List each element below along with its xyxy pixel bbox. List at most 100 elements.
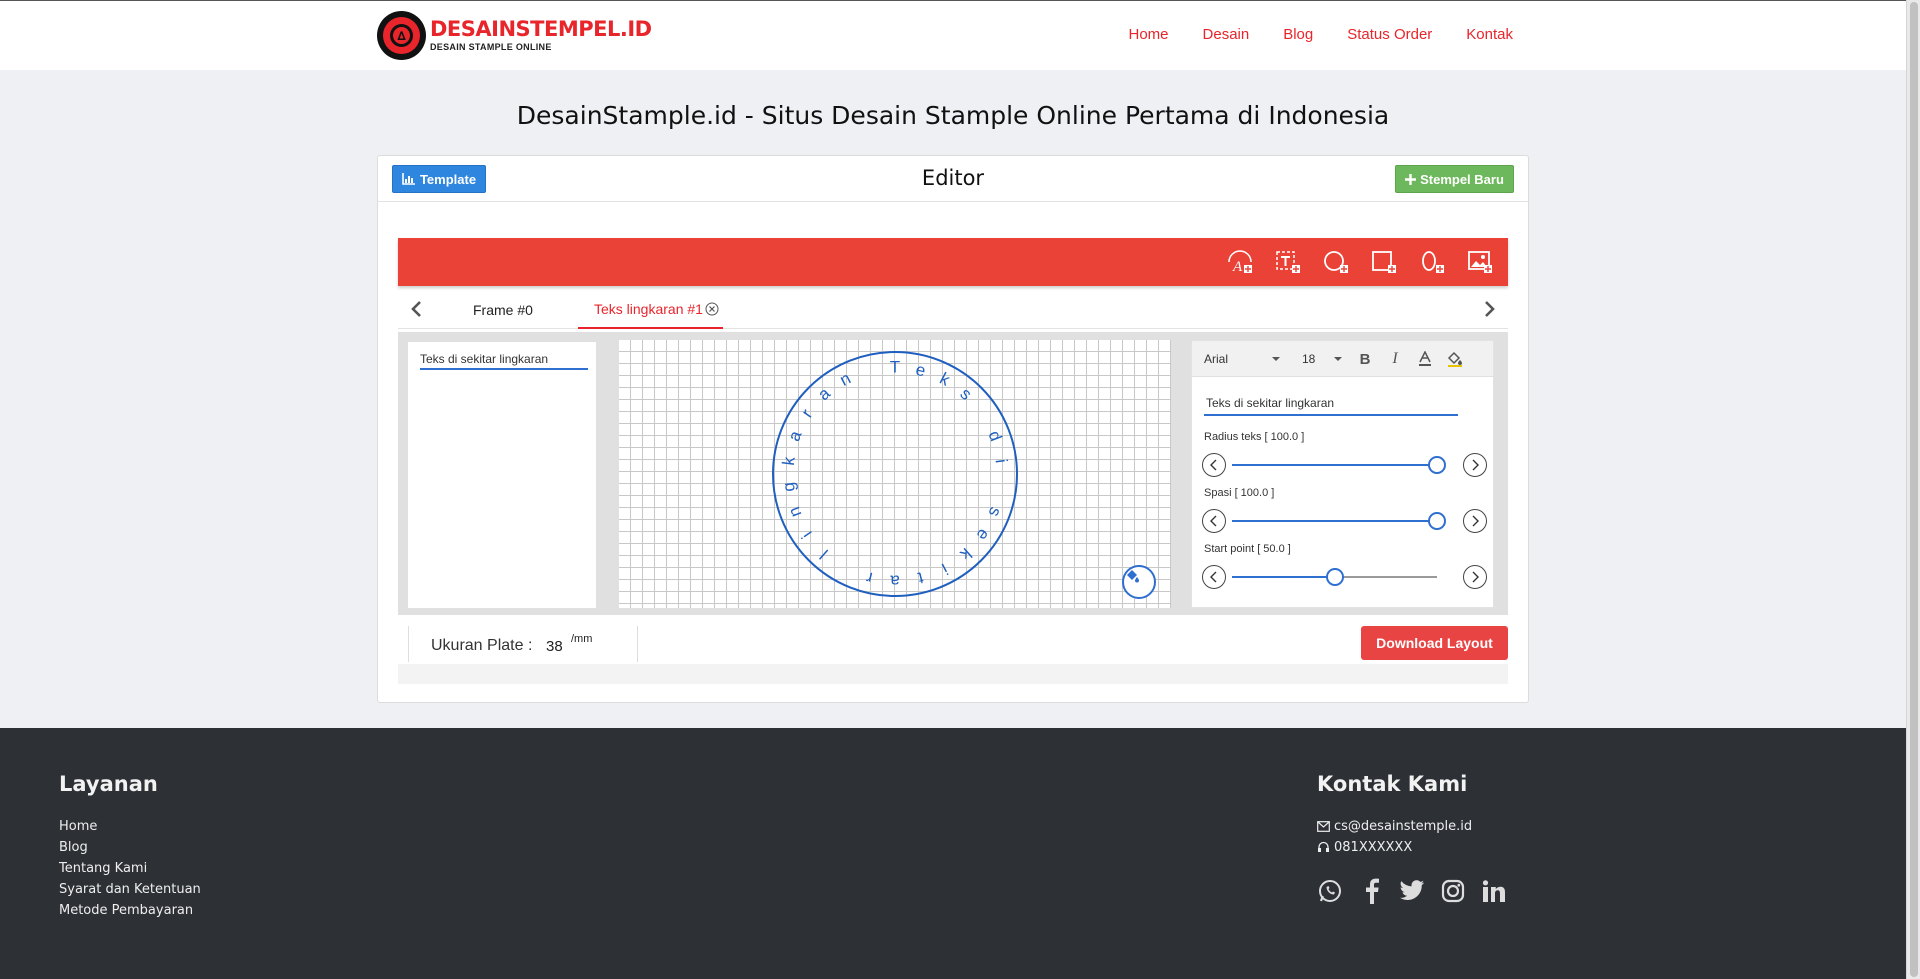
italic-icon[interactable]: I (1385, 349, 1405, 369)
site-logo[interactable]: ∆ DESAINSTEMPEL.ID DESAIN STAMPLE ONLINE (377, 11, 652, 60)
properties-panel: Arial 18 B I Teks di sekitar lingkaran R… (1191, 340, 1494, 608)
stamp-letter: i (992, 458, 1011, 464)
font-size-select[interactable]: 18 (1302, 352, 1342, 366)
stamp-letter: a (814, 383, 834, 404)
bold-icon[interactable]: B (1355, 349, 1375, 369)
page-title: DesainStample.id - Situs Desain Stample … (516, 101, 1390, 130)
close-tab-icon[interactable] (705, 302, 719, 316)
editor-toolbar: A (398, 238, 1508, 286)
stamp-letter: r (864, 568, 874, 588)
chevron-right-icon[interactable] (1463, 453, 1487, 477)
nav-status-order[interactable]: Status Order (1347, 26, 1432, 43)
chevron-left-icon[interactable] (1202, 565, 1226, 589)
footer-email-text: cs@desainstemple.id (1334, 819, 1473, 834)
paint-bucket-icon (1127, 570, 1139, 583)
tab-teks-lingkaran-1[interactable]: Teks lingkaran #1 (578, 290, 723, 329)
tab-frame-0[interactable]: Frame #0 (473, 290, 533, 329)
status-strip (398, 664, 1508, 684)
facebook-icon[interactable] (1358, 878, 1384, 904)
radius-label: Radius teks [ 100.0 ] (1204, 431, 1305, 443)
chevron-right-icon[interactable] (1463, 565, 1487, 589)
chevron-down-icon (1272, 357, 1280, 361)
stamp-letter: k (956, 544, 975, 564)
footer-contact-heading: Kontak Kami (1317, 772, 1468, 796)
stamp-letter: e (914, 360, 928, 381)
chevron-left-icon[interactable] (1202, 509, 1226, 533)
font-family-value: Arial (1204, 352, 1229, 366)
nav-kontak[interactable]: Kontak (1466, 26, 1513, 43)
stamp-letter: k (937, 369, 954, 390)
radius-slider[interactable] (1232, 456, 1446, 474)
new-stamp-button[interactable]: Stempel Baru (1395, 165, 1514, 193)
tab-frame-0-label: Frame #0 (473, 301, 533, 318)
text-color-icon[interactable] (1415, 349, 1435, 369)
scrollbar-thumb[interactable] (1910, 2, 1918, 977)
footer-services: Layanan Home Blog Tentang Kami Syarat da… (59, 772, 201, 921)
main-nav: Home Desain Blog Status Order Kontak (1095, 26, 1514, 43)
stamp-letter: a (890, 572, 900, 591)
circular-text: Te ks di sekitar lingkaran (779, 357, 1011, 590)
envelope-icon (1317, 821, 1330, 832)
stamp-letter: t (916, 568, 925, 588)
stamp-letter: k (779, 455, 799, 466)
footer-link-blog[interactable]: Blog (59, 837, 201, 858)
spacing-slider[interactable] (1232, 512, 1446, 530)
top-navbar: ∆ DESAINSTEMPEL.ID DESAIN STAMPLE ONLINE… (0, 0, 1906, 70)
plus-icon (1405, 173, 1417, 185)
logo-emblem-icon: ∆ (377, 11, 426, 60)
page: ∆ DESAINSTEMPEL.ID DESAIN STAMPLE ONLINE… (0, 0, 1906, 979)
stamp-letter: T (890, 357, 900, 376)
stamp-letter: g (779, 481, 799, 493)
social-links (1317, 878, 1507, 904)
font-family-select[interactable]: Arial (1204, 352, 1280, 366)
chevron-right-icon[interactable] (1463, 509, 1487, 533)
stamp-letter: a (784, 428, 805, 444)
footer-link-tentang-kami[interactable]: Tentang Kami (59, 858, 201, 879)
plate-size: Ukuran Plate : 38 /mm (408, 626, 638, 662)
editor-footer: Ukuran Plate : 38 /mm Download Layout (398, 626, 1508, 688)
instagram-icon[interactable] (1440, 878, 1466, 904)
download-layout-button[interactable]: Download Layout (1361, 626, 1508, 660)
stamp-circle (772, 351, 1018, 597)
circle-add-icon[interactable] (1322, 248, 1350, 276)
linkedin-icon[interactable] (1481, 878, 1507, 904)
nav-desain[interactable]: Desain (1203, 26, 1250, 43)
chevron-left-icon[interactable] (1202, 453, 1226, 477)
rectangle-add-icon[interactable] (1370, 248, 1398, 276)
footer-link-home[interactable]: Home (59, 816, 201, 837)
page-scrollbar[interactable] (1906, 0, 1920, 979)
footer-link-syarat[interactable]: Syarat dan Ketentuan (59, 879, 201, 900)
footer-link-metode-pembayaran[interactable]: Metode Pembayaran (59, 900, 201, 921)
tab-next-icon[interactable] (1480, 297, 1500, 321)
start-point-slider-row (1202, 563, 1492, 589)
new-stamp-label: Stempel Baru (1420, 171, 1504, 187)
footer-phone[interactable]: 081XXXXXX (1317, 837, 1507, 858)
image-add-icon[interactable] (1466, 248, 1494, 276)
twitter-icon[interactable] (1399, 878, 1425, 904)
fill-color-icon[interactable] (1445, 349, 1465, 369)
footer-email[interactable]: cs@desainstemple.id (1317, 816, 1507, 837)
nav-home[interactable]: Home (1129, 26, 1169, 43)
nav-blog[interactable]: Blog (1283, 26, 1313, 43)
editor-header: Template Editor Stempel Baru (378, 156, 1528, 202)
whatsapp-icon[interactable] (1317, 878, 1343, 904)
start-point-label: Start point [ 50.0 ] (1204, 543, 1291, 555)
start-point-slider[interactable] (1232, 568, 1437, 586)
spacing-label: Spasi [ 100.0 ] (1204, 487, 1275, 499)
radius-slider-row (1202, 451, 1492, 477)
footer-contact: Kontak Kami cs@desainstemple.id 081XXXXX… (1317, 772, 1507, 904)
editor-card: Template Editor Stempel Baru A Frame #0 … (377, 155, 1529, 703)
logo-subtitle: DESAIN STAMPLE ONLINE (430, 42, 552, 52)
ellipse-add-icon[interactable] (1418, 248, 1446, 276)
stamp-canvas[interactable]: Teks di sekitar lingkaran (619, 340, 1171, 608)
text-arc-add-icon[interactable]: A (1226, 248, 1254, 276)
tab-prev-icon[interactable] (406, 297, 426, 321)
tab-teks-lingkaran-label: Teks lingkaran #1 (594, 300, 703, 317)
paint-bucket-button[interactable] (1122, 565, 1156, 599)
circle-text-input[interactable]: Teks di sekitar lingkaran (1204, 396, 1458, 416)
editor-title: Editor (921, 166, 985, 190)
text-box-add-icon[interactable] (1274, 248, 1302, 276)
layer-item[interactable]: Teks di sekitar lingkaran (420, 352, 588, 370)
logo-title: DESAINSTEMPEL.ID (430, 17, 652, 41)
plate-size-value[interactable]: 38 (546, 638, 563, 655)
